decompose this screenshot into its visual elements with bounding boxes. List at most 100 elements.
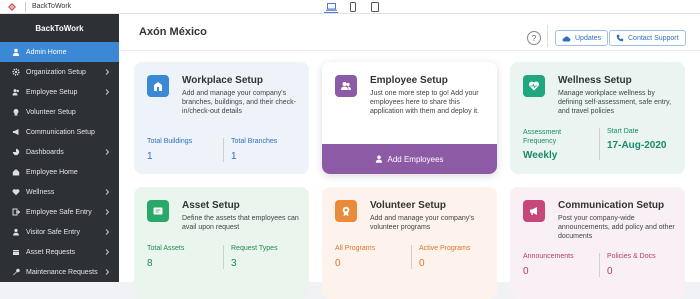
box-icon [12, 248, 20, 256]
divider [547, 25, 548, 47]
chevron-right-icon [103, 268, 111, 276]
stat-value: 1 [231, 151, 237, 162]
add-employees-button[interactable]: Add Employees [322, 144, 497, 174]
volunteer-setup-card[interactable]: Volunteer Setup Add and manage your comp… [322, 187, 497, 299]
sidebar-menu: Admin Home Organization Setup Employee Set… [0, 42, 119, 282]
card-description: Define the assets that employees can ava… [182, 215, 299, 231]
home-icon [12, 168, 20, 176]
sidebar-item-wellness[interactable]: Wellness [0, 182, 119, 202]
card-title: Workplace Setup [182, 75, 263, 86]
communication-setup-card[interactable]: Communication Setup Post your company-wi… [510, 187, 685, 299]
stat-value: 3 [231, 258, 237, 269]
user-icon [376, 155, 383, 163]
sidebar: BackToWork Admin Home Organization Setup E… [0, 14, 119, 282]
card-title: Volunteer Setup [370, 200, 446, 211]
help-button[interactable]: ? [527, 31, 541, 45]
desktop-icon[interactable] [324, 1, 338, 13]
sidebar-item-visitor-safe-entry[interactable]: Visitor Safe Entry [0, 222, 119, 242]
card-title: Employee Setup [370, 75, 448, 86]
divider [599, 128, 600, 160]
users-icon [12, 88, 20, 96]
sidebar-item-communication-setup[interactable]: Communication Setup [0, 122, 119, 142]
megaphone-icon [12, 128, 20, 136]
main-content: Axón México ? Updates Contact Support Wo… [119, 14, 700, 299]
sidebar-item-admin-home[interactable]: Admin Home [0, 42, 119, 62]
sidebar-item-label: Communication Setup [26, 128, 95, 136]
chevron-right-icon [103, 208, 111, 216]
visitor-icon [12, 228, 20, 236]
stat-value: 0 [335, 258, 341, 269]
stat-value: 0 [523, 266, 529, 277]
sidebar-item-asset-requests[interactable]: Asset Requests [0, 242, 119, 262]
medal-icon [335, 200, 357, 222]
user-icon [12, 48, 20, 56]
card-title: Wellness Setup [558, 75, 632, 86]
divider [411, 245, 412, 269]
sidebar-item-employee-home[interactable]: Employee Home [0, 162, 119, 182]
chevron-right-icon [103, 228, 111, 236]
asset-icon [147, 200, 169, 222]
mobile-icon[interactable] [346, 1, 360, 13]
workplace-setup-card[interactable]: Workplace Setup Add and manage your comp… [134, 62, 309, 174]
card-description: Add and manage your company's volunteer … [370, 215, 475, 231]
sidebar-item-organization-setup[interactable]: Organization Setup [0, 62, 119, 82]
updates-button[interactable]: Updates [555, 30, 609, 46]
stat-label: Request Types [231, 245, 278, 252]
sidebar-item-label: Dashboards [26, 148, 64, 156]
stat-label: Start Date [607, 128, 639, 135]
pie-icon [12, 148, 20, 156]
sidebar-item-employee-safe-entry[interactable]: Employee Safe Entry [0, 202, 119, 222]
sidebar-item-volunteer-setup[interactable]: Volunteer Setup [0, 102, 119, 122]
sidebar-item-dashboards[interactable]: Dashboards [0, 142, 119, 162]
phone-icon [616, 34, 624, 42]
heart-icon [12, 188, 20, 196]
sidebar-item-label: Admin Home [26, 48, 67, 56]
sidebar-item-label: Employee Safe Entry [26, 208, 92, 216]
heart-pulse-icon [523, 75, 545, 97]
device-switcher [324, 1, 382, 13]
chevron-right-icon [103, 188, 111, 196]
divider [223, 138, 224, 162]
sidebar-item-label: Organization Setup [26, 68, 86, 76]
chevron-right-icon [103, 68, 111, 76]
wrench-icon [12, 268, 20, 276]
sidebar-item-label: Visitor Safe Entry [26, 228, 80, 236]
contact-support-button[interactable]: Contact Support [609, 30, 686, 46]
sidebar-item-label: Asset Requests [26, 248, 76, 256]
stat-value: 0 [607, 266, 613, 277]
stat-label: Total Branches [231, 138, 278, 145]
employee-setup-card[interactable]: Employee Setup Just one more step to go!… [322, 62, 497, 174]
contact-support-label: Contact Support [628, 34, 679, 42]
card-description: Just one more step to go! Add your emplo… [370, 90, 479, 115]
gear-icon [12, 68, 20, 76]
page-title: Axón México [139, 26, 207, 38]
card-description: Manage workplace wellness by defining se… [558, 90, 672, 115]
stat-value: 1 [147, 151, 153, 162]
top-bar: BackToWork [0, 0, 700, 14]
stat-label: Assessment Frequency [523, 129, 562, 145]
building-icon [147, 75, 169, 97]
stat-label: All Programs [335, 245, 376, 252]
stat-value: 0 [419, 258, 425, 269]
chevron-right-icon [103, 148, 111, 156]
stat-label: Total Buildings [147, 138, 193, 145]
sidebar-item-employee-setup[interactable]: Employee Setup [0, 82, 119, 102]
sidebar-item-maintenance-requests[interactable]: Maintenance Requests [0, 262, 119, 282]
divider [25, 1, 26, 12]
stat-label: Total Assets [147, 245, 185, 252]
stat-value: Weekly [523, 150, 558, 161]
cloud-icon [562, 35, 571, 41]
tablet-icon[interactable] [368, 1, 382, 13]
asset-setup-card[interactable]: Asset Setup Define the assets that emplo… [134, 187, 309, 299]
stat-label: Announcements [523, 253, 574, 260]
card-title: Asset Setup [182, 200, 240, 211]
megaphone-icon [523, 200, 545, 222]
wellness-setup-card[interactable]: Wellness Setup Manage workplace wellness… [510, 62, 685, 174]
card-description: Post your company-wide announcements, ad… [558, 215, 675, 240]
card-description: Add and manage your company's branches, … [182, 90, 297, 115]
divider [223, 245, 224, 269]
chevron-right-icon [103, 248, 111, 256]
add-employees-label: Add Employees [387, 154, 444, 164]
entry-icon [12, 208, 20, 216]
stat-label: Active Programs [419, 245, 471, 252]
